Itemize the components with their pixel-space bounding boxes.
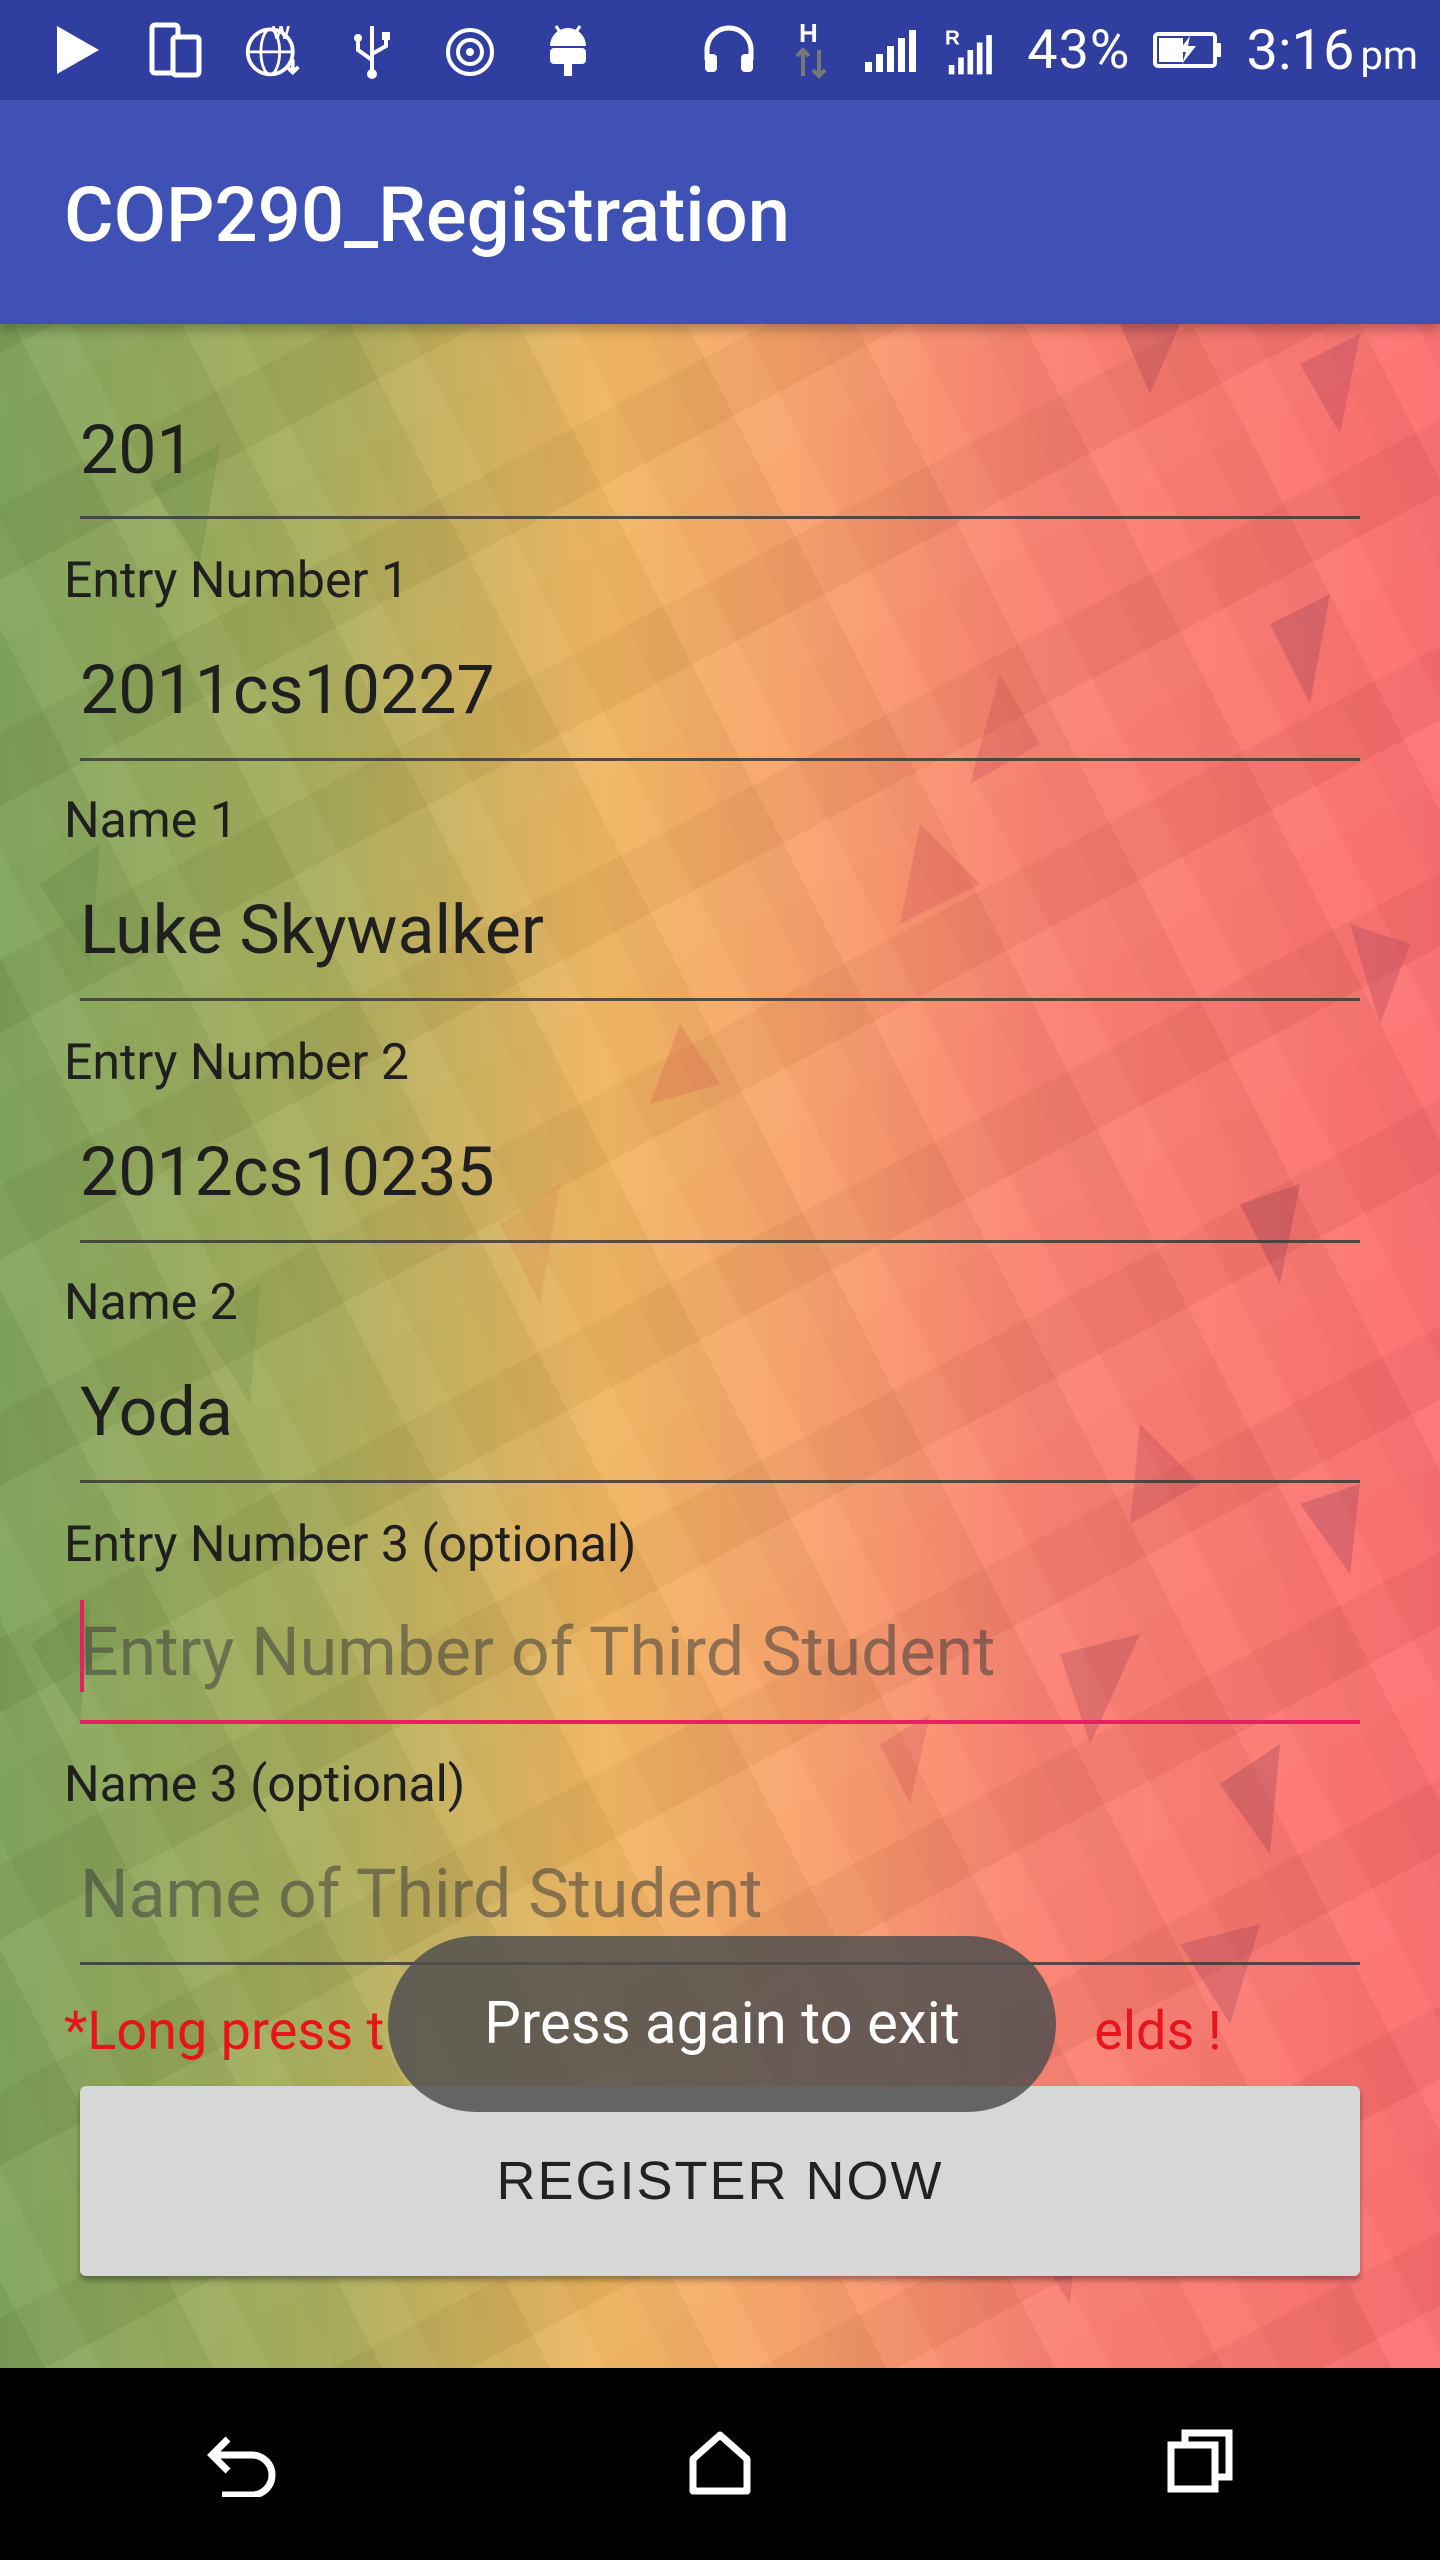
headphones-icon — [699, 20, 759, 80]
svg-text:H: H — [799, 18, 818, 48]
register-now-button[interactable]: REGISTER NOW — [80, 2086, 1360, 2276]
entry-number-2-label: Entry Number 2 — [64, 1034, 409, 1092]
play-icon — [48, 20, 108, 80]
name-3-input[interactable]: Name of Third Student — [80, 1854, 763, 1934]
name-2-label: Name 2 — [64, 1274, 238, 1332]
target-icon — [440, 20, 500, 80]
h-data-icon: H — [781, 18, 841, 80]
entry-number-3-input[interactable]: Entry Number of Third Student — [80, 1612, 995, 1692]
entry-number-3-label: Entry Number 3 (optional) — [64, 1516, 637, 1574]
name-2-input[interactable]: Yoda — [80, 1372, 233, 1452]
entry-number-1-label: Entry Number 1 — [64, 552, 409, 610]
registration-form: 201 Entry Number 1 2011cs10227 Name 1 Lu… — [0, 324, 1440, 2368]
name-1-underline — [80, 998, 1360, 1001]
back-button[interactable] — [170, 2394, 310, 2534]
exit-toast: Press again to exit — [388, 1936, 1056, 2112]
app-title: COP290_Registration — [64, 170, 791, 260]
svg-text:R: R — [945, 26, 960, 49]
hint-text-start: *Long press t — [64, 2000, 385, 2063]
team-number-underline — [80, 516, 1360, 519]
name-1-input[interactable]: Luke Skywalker — [80, 890, 544, 970]
recents-button[interactable] — [1130, 2394, 1270, 2534]
svg-text:W: W — [272, 22, 290, 43]
android-icon — [538, 20, 598, 80]
entry-number-1-underline — [80, 758, 1360, 761]
battery-percent: 43% — [1027, 18, 1131, 82]
home-icon — [685, 2427, 755, 2501]
back-icon — [200, 2427, 280, 2501]
recents-icon — [1165, 2427, 1235, 2501]
wifi-globe-icon: W — [244, 20, 304, 80]
name-1-label: Name 1 — [64, 792, 238, 850]
app-bar: COP290_Registration — [0, 100, 1440, 324]
entry-number-3-underline — [80, 1720, 1360, 1724]
team-number-input[interactable]: 201 — [80, 410, 195, 490]
hint-text-end: elds ! — [1094, 2000, 1222, 2063]
dual-screen-icon — [146, 20, 206, 80]
name-3-label: Name 3 (optional) — [64, 1756, 466, 1814]
signal-icon — [863, 20, 923, 80]
clock: 3:16 pm — [1246, 17, 1418, 83]
entry-number-1-input[interactable]: 2011cs10227 — [80, 650, 495, 730]
battery-charging-icon — [1152, 20, 1224, 80]
usb-icon — [342, 20, 402, 80]
name-2-underline — [80, 1480, 1360, 1483]
navigation-bar — [0, 2368, 1440, 2560]
entry-number-2-input[interactable]: 2012cs10235 — [80, 1132, 495, 1212]
status-bar: W H R 43% 3:16 pm — [0, 0, 1440, 100]
entry-number-2-underline — [80, 1240, 1360, 1243]
roaming-signal-icon: R — [945, 20, 1005, 80]
home-button[interactable] — [650, 2394, 790, 2534]
